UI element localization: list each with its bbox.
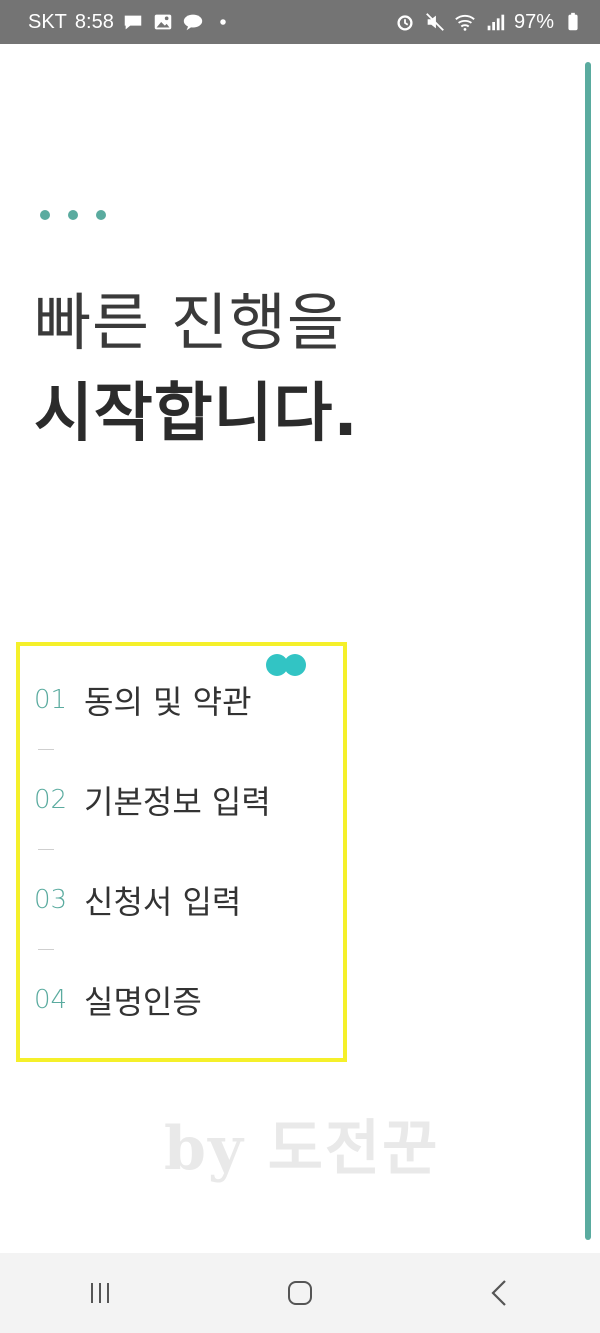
alarm-icon	[394, 11, 416, 33]
step-separator	[34, 930, 334, 970]
home-button[interactable]	[270, 1263, 330, 1323]
battery-icon	[562, 11, 584, 33]
step-item-application: 03 신청서 입력	[34, 870, 334, 930]
wifi-icon	[454, 11, 476, 33]
step-item-agreement: 01 동의 및 약관	[34, 670, 334, 730]
step-label: 기본정보 입력	[84, 783, 271, 821]
status-right: 97%	[394, 11, 584, 34]
step-label: 동의 및 약관	[84, 683, 252, 721]
step-number: 02	[34, 785, 68, 815]
status-left: SKT 8:58	[28, 11, 234, 34]
step-separator	[34, 830, 334, 870]
dot-icon	[40, 210, 50, 220]
page-title-line2: 시작합니다.	[34, 377, 359, 451]
carrier-label: SKT	[28, 10, 67, 33]
scrollbar[interactable]	[585, 62, 591, 1240]
battery-label: 97%	[513, 10, 554, 33]
dot-icon	[96, 210, 106, 220]
back-icon	[491, 1280, 506, 1306]
dot-icon	[68, 210, 78, 220]
status-bar: SKT 8:58 97%	[0, 0, 600, 44]
dot-indicator-icon	[212, 11, 234, 33]
kakaotalk-icon	[182, 11, 204, 33]
step-item-basic-info: 02 기본정보 입력	[34, 770, 334, 830]
back-button[interactable]	[470, 1263, 530, 1323]
time-label: 8:58	[74, 10, 114, 33]
step-list: 01 동의 및 약관 02 기본정보 입력 03 신청서 입력 04 실명인증	[34, 670, 334, 1030]
home-icon	[288, 1281, 312, 1305]
navigation-bar	[0, 1253, 600, 1333]
mute-icon	[424, 11, 446, 33]
step-separator	[34, 730, 334, 770]
watermark: by 도전꾼	[164, 1114, 440, 1184]
recent-apps-icon	[91, 1283, 109, 1303]
chat-bubble-icon	[122, 11, 144, 33]
page-title-line1: 빠른 진행을	[34, 286, 345, 359]
step-number: 04	[34, 985, 68, 1015]
step-label: 실명인증	[84, 983, 202, 1021]
decorative-dots	[40, 210, 106, 220]
gallery-icon	[152, 11, 174, 33]
step-number: 03	[34, 885, 68, 915]
signal-icon	[484, 11, 506, 33]
step-item-identity-verification: 04 실명인증	[34, 970, 334, 1030]
step-number: 01	[34, 685, 68, 715]
recent-apps-button[interactable]	[70, 1263, 130, 1323]
step-label: 신청서 입력	[84, 883, 242, 921]
